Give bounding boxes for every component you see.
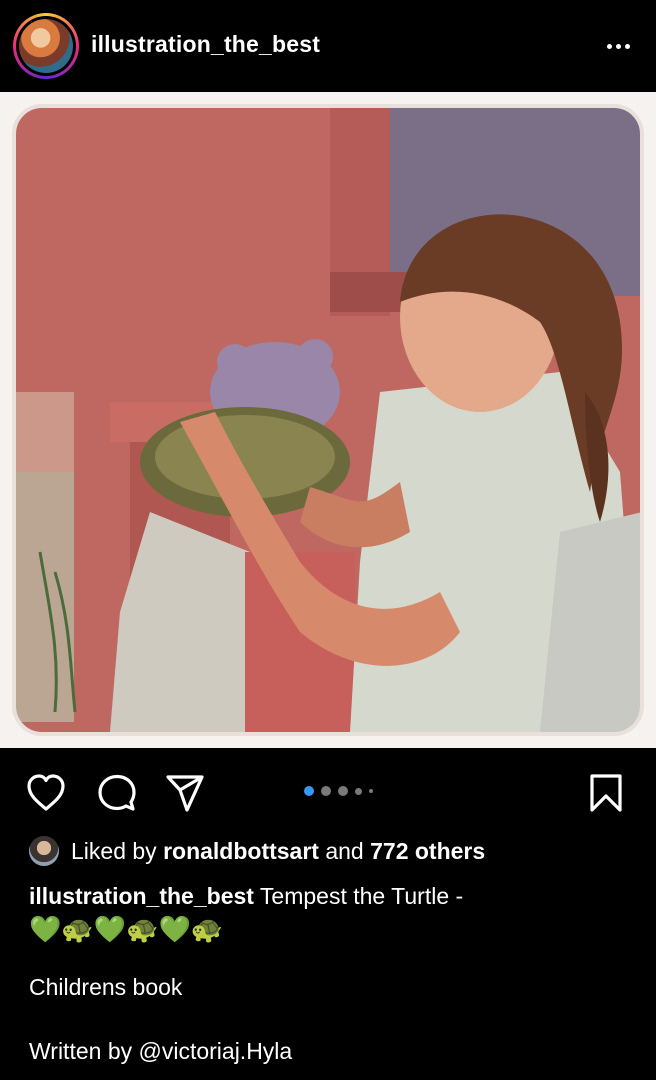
more-dot [606, 43, 612, 49]
avatar [19, 19, 73, 73]
pager-dot-active [304, 786, 314, 796]
pager-dot [338, 786, 348, 796]
caption: illustration_the_best Tempest the Turtle… [29, 879, 629, 913]
bookmark-icon[interactable] [585, 772, 627, 814]
likes-count[interactable]: 772 others [370, 838, 485, 864]
liker-username[interactable]: ronaldbottsart [163, 838, 319, 864]
more-dot [624, 43, 630, 49]
story-ring-avatar[interactable] [13, 13, 79, 79]
illustration-image [0, 92, 656, 748]
pager-dot [321, 786, 331, 796]
post-header: illustration_the_best [0, 0, 656, 92]
caption-line-author: Written by @victoriaj.Hyla [29, 1038, 293, 1064]
caption-line-book: Childrens book [29, 974, 183, 1000]
post-image[interactable] [0, 92, 656, 748]
likes-middle: and [325, 837, 364, 864]
carousel-pager [304, 785, 373, 797]
caption-emoji-line: 💚🐢💚🐢💚🐢 [29, 913, 224, 944]
pager-dot [369, 789, 373, 793]
liker-avatar [29, 836, 59, 866]
likes-text: Liked by ronaldbottsart and 772 others [71, 838, 485, 865]
comment-icon[interactable] [96, 772, 138, 814]
post-username[interactable]: illustration_the_best [91, 31, 320, 58]
send-icon[interactable] [164, 772, 206, 814]
pager-dot [355, 787, 362, 795]
more-options-icon[interactable] [600, 28, 636, 64]
likes-row[interactable]: Liked by ronaldbottsart and 772 others [29, 834, 485, 868]
caption-text: Tempest the Turtle - [259, 883, 464, 909]
more-dot [615, 43, 621, 49]
avatar-border [16, 16, 76, 76]
heart-icon[interactable] [25, 772, 67, 814]
caption-username[interactable]: illustration_the_best [29, 883, 254, 909]
likes-prefix: Liked by [71, 837, 157, 864]
